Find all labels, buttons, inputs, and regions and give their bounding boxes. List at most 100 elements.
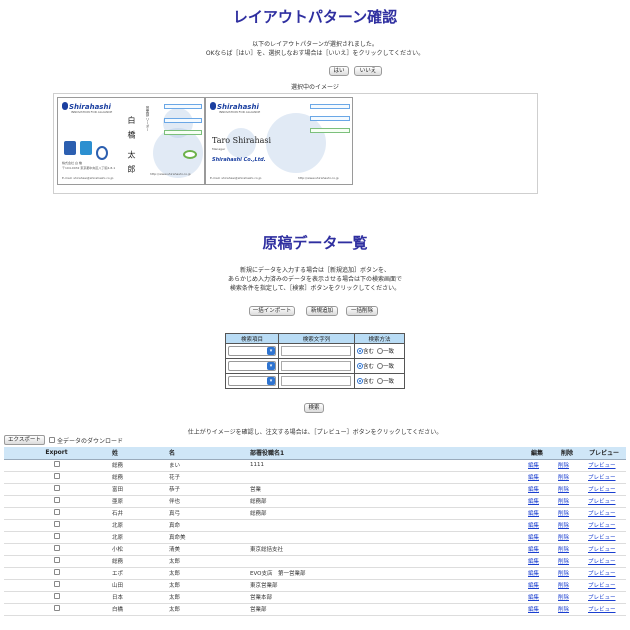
export-checkbox[interactable] [53, 461, 60, 467]
row-edit-cell: 編集 [522, 555, 552, 568]
bulk-delete-button[interactable]: 一括削除 [346, 306, 378, 316]
search-button[interactable]: 検索 [304, 403, 324, 413]
export-checkbox[interactable] [53, 605, 60, 611]
preview-link[interactable]: プレビュー [588, 511, 616, 517]
row-last-name: 山田 [109, 579, 166, 592]
delete-link[interactable]: 削除 [558, 583, 569, 589]
search-string-input[interactable] [281, 361, 351, 371]
radio-match[interactable] [376, 363, 383, 369]
row-delete-cell: 削除 [552, 579, 582, 592]
preview-link[interactable]: プレビュー [588, 571, 616, 577]
preview-link[interactable]: プレビュー [588, 499, 616, 505]
row-edit-cell: 編集 [522, 603, 552, 616]
edit-link[interactable]: 編集 [528, 547, 539, 553]
preview-link[interactable]: プレビュー [588, 547, 616, 553]
edit-link[interactable]: 編集 [528, 607, 539, 613]
export-checkbox[interactable] [53, 521, 60, 527]
row-last-name: 日本 [109, 591, 166, 604]
edit-link[interactable]: 編集 [528, 499, 539, 505]
export-checkbox[interactable] [53, 497, 60, 503]
radio-match[interactable] [376, 348, 383, 354]
edit-link[interactable]: 編集 [528, 487, 539, 493]
edit-link[interactable]: 編集 [528, 571, 539, 577]
preview-link[interactable]: プレビュー [588, 523, 616, 529]
delete-link[interactable]: 削除 [558, 511, 569, 517]
search-string-input[interactable] [281, 346, 351, 356]
row-edit-cell: 編集 [522, 507, 552, 520]
export-checkbox[interactable] [53, 485, 60, 491]
preview-link[interactable]: プレビュー [588, 559, 616, 565]
export-checkbox[interactable] [53, 533, 60, 539]
preview-link[interactable]: プレビュー [588, 463, 616, 469]
edit-link[interactable]: 編集 [528, 583, 539, 589]
export-checkbox[interactable] [53, 473, 60, 479]
search-item-select[interactable]: ▾ [228, 361, 276, 371]
all-data-download-checkbox[interactable] [49, 437, 55, 443]
row-delete-cell: 削除 [552, 471, 582, 484]
export-checkbox[interactable] [53, 545, 60, 551]
preview-link[interactable]: プレビュー [588, 487, 616, 493]
delete-link[interactable]: 削除 [558, 559, 569, 565]
preview-link[interactable]: プレビュー [588, 583, 616, 589]
edit-link[interactable]: 編集 [528, 535, 539, 541]
export-checkbox[interactable] [53, 581, 60, 587]
card-edit-field[interactable] [310, 104, 350, 109]
search-header-method: 検索方法 [353, 333, 406, 344]
yes-button[interactable]: はい [329, 66, 349, 76]
delete-link[interactable]: 削除 [558, 523, 569, 529]
row-preview-cell: プレビュー [582, 495, 626, 508]
radio-include[interactable] [356, 378, 363, 384]
radio-include[interactable] [356, 348, 363, 354]
preview-link[interactable]: プレビュー [588, 535, 616, 541]
delete-link[interactable]: 削除 [558, 475, 569, 481]
delete-link[interactable]: 削除 [558, 571, 569, 577]
delete-link[interactable]: 削除 [558, 547, 569, 553]
table-row: 石井 真弓 総務部 編集 削除 プレビュー [4, 507, 626, 520]
export-checkbox[interactable] [53, 593, 60, 599]
delete-link[interactable]: 削除 [558, 607, 569, 613]
layout-preview: Shirahashi INNOVATION FOR ALLIANCE 白 橋 太… [53, 93, 538, 194]
delete-link[interactable]: 削除 [558, 595, 569, 601]
row-preview-cell: プレビュー [582, 591, 626, 604]
edit-link[interactable]: 編集 [528, 511, 539, 517]
row-department [247, 471, 522, 484]
card-edit-field[interactable] [164, 130, 202, 135]
bulk-import-button[interactable]: 一括インポート [249, 306, 295, 316]
edit-link[interactable]: 編集 [528, 463, 539, 469]
radio-include[interactable] [356, 363, 363, 369]
export-checkbox[interactable] [53, 509, 60, 515]
delete-link[interactable]: 削除 [558, 535, 569, 541]
preview-link[interactable]: プレビュー [588, 607, 616, 613]
row-edit-cell: 編集 [522, 531, 552, 544]
preview-link[interactable]: プレビュー [588, 595, 616, 601]
edit-link[interactable]: 編集 [528, 475, 539, 481]
card-edit-field[interactable] [164, 104, 202, 109]
edit-link[interactable]: 編集 [528, 523, 539, 529]
no-button[interactable]: いいえ [354, 66, 382, 76]
export-checkbox[interactable] [53, 569, 60, 575]
delete-link[interactable]: 削除 [558, 463, 569, 469]
export-checkbox[interactable] [53, 557, 60, 563]
card-edit-field[interactable] [310, 128, 350, 133]
row-delete-cell: 削除 [552, 543, 582, 556]
new-add-button[interactable]: 新規追加 [306, 306, 338, 316]
delete-link[interactable]: 削除 [558, 499, 569, 505]
row-delete-cell: 削除 [552, 483, 582, 496]
search-string-input[interactable] [281, 376, 351, 386]
card-edit-field[interactable] [164, 118, 202, 123]
row-department [247, 531, 522, 544]
radio-match[interactable] [376, 378, 383, 384]
business-card-english: Shirahashi INNOVATION FOR ALLIANCE Taro … [205, 97, 353, 185]
delete-link[interactable]: 削除 [558, 487, 569, 493]
preview-link[interactable]: プレビュー [588, 475, 616, 481]
export-button[interactable]: エクスポート [4, 435, 45, 445]
edit-link[interactable]: 編集 [528, 559, 539, 565]
row-export-cell [4, 531, 109, 544]
row-first-name: 清美 [166, 543, 247, 556]
edit-link[interactable]: 編集 [528, 595, 539, 601]
manuscript-title: 原稿データ一覧 [262, 234, 368, 252]
search-item-select[interactable]: ▾ [228, 376, 276, 386]
search-item-select[interactable]: ▾ [228, 346, 276, 356]
search-header-string: 検索文字列 [278, 333, 355, 344]
card-edit-field[interactable] [310, 116, 350, 121]
